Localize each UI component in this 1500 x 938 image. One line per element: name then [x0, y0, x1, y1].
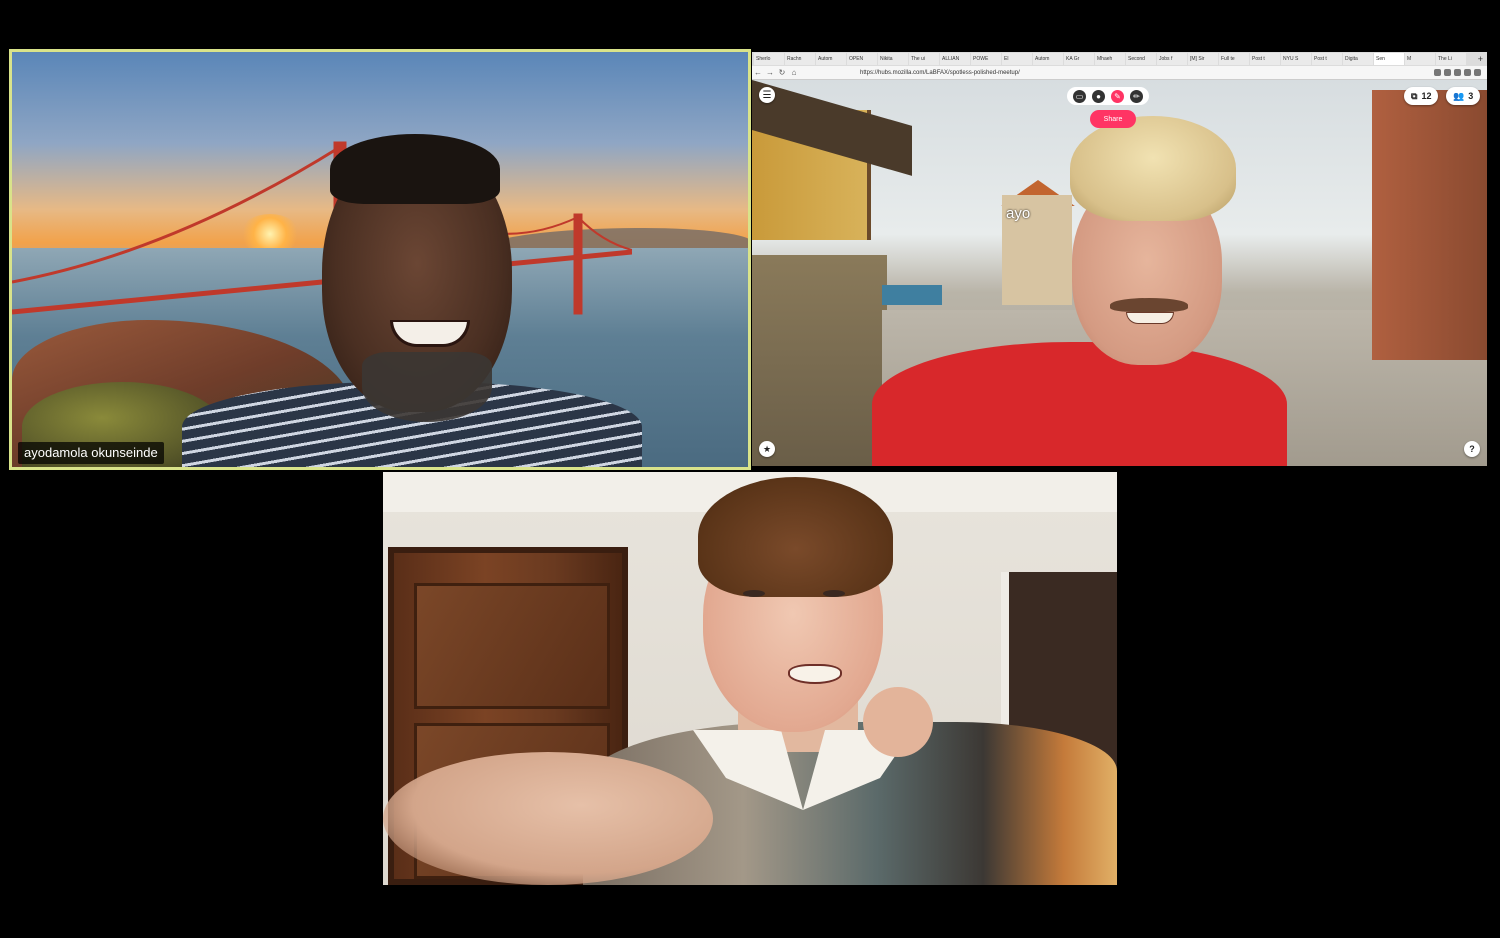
hubs-toolbar: ▭ ● ✎ ✏	[1067, 87, 1149, 105]
browser-tab[interactable]: The ui	[909, 53, 939, 65]
reload-icon[interactable]: ↻	[776, 68, 788, 77]
browser-tab[interactable]: ALLIAN	[940, 53, 970, 65]
participant-name-label: ayodamola okunseinde	[18, 442, 164, 464]
browser-tab-bar: Sherlo Rachn Autom OPEN Nikita The ui ALLIAN PO…	[752, 52, 1487, 66]
pencil-icon[interactable]: ✏	[1130, 89, 1143, 103]
browser-tab[interactable]: Jobs f	[1157, 53, 1187, 65]
participant-mustache	[1110, 298, 1188, 312]
browser-extension-icons	[1434, 69, 1487, 76]
browser-tab[interactable]: Mhaeh	[1095, 53, 1125, 65]
browser-tab[interactable]: OPEN	[847, 53, 877, 65]
camera-icon[interactable]: ▭	[1073, 89, 1086, 103]
pen-icon[interactable]: ✎	[1111, 89, 1124, 103]
scene-sea	[882, 285, 942, 305]
avatar-name-label: ayo	[1006, 205, 1031, 222]
help-icon[interactable]: ?	[1464, 441, 1480, 457]
participant-eye	[823, 590, 845, 597]
browser-tab[interactable]: Post t	[1250, 53, 1280, 65]
share-button[interactable]: Share	[1090, 110, 1136, 128]
participant-hand	[863, 687, 933, 757]
browser-tab[interactable]: M	[1405, 53, 1435, 65]
browser-tab[interactable]: KA Gr	[1064, 53, 1094, 65]
back-icon[interactable]: ←	[752, 68, 764, 77]
participant-shirt	[872, 342, 1287, 466]
new-tab-icon[interactable]: +	[1478, 54, 1487, 64]
forward-icon[interactable]: →	[764, 68, 776, 77]
people-counter[interactable]: 👥 3	[1446, 87, 1481, 105]
participant-smile	[1126, 312, 1174, 324]
participant-beard	[362, 352, 492, 422]
browser-url-bar[interactable]: ← → ↻ ⌂ https://hubs.mozilla.com/LaBFAX/…	[752, 66, 1487, 80]
browser-tab[interactable]: Second	[1126, 53, 1156, 65]
library-icon[interactable]	[1444, 69, 1451, 76]
video-tile-ayodamola[interactable]: ayodamola okunseinde	[9, 49, 751, 470]
objects-icon: ⧉	[1411, 90, 1418, 101]
star-icon[interactable]: ★	[759, 441, 775, 457]
participant-hair	[1070, 116, 1236, 221]
browser-tab[interactable]: Digita	[1343, 53, 1373, 65]
browser-tab[interactable]: [M] Sir	[1188, 53, 1218, 65]
browser-tab[interactable]: Autom	[1033, 53, 1063, 65]
browser-tab[interactable]: Sherlo	[754, 53, 784, 65]
download-icon[interactable]	[1434, 69, 1441, 76]
golden-gate-bridge	[12, 141, 632, 342]
browser-tab[interactable]: El	[1002, 53, 1032, 65]
browser-tab[interactable]: Nikita	[878, 53, 908, 65]
reader-icon[interactable]	[1454, 69, 1461, 76]
browser-menu-icon[interactable]	[1474, 69, 1481, 76]
participant-mouth	[788, 664, 842, 684]
objects-count: 12	[1421, 91, 1432, 101]
scene-building-right	[1372, 90, 1487, 360]
browser-tab[interactable]: POWE	[971, 53, 1001, 65]
people-icon: 👥	[1453, 90, 1465, 101]
menu-icon[interactable]: ☰	[759, 87, 775, 103]
browser-tab[interactable]: The Li	[1436, 53, 1466, 65]
participant-hair	[330, 134, 500, 204]
extension-icon[interactable]	[1464, 69, 1471, 76]
browser-tab[interactable]: Autom	[816, 53, 846, 65]
url-text[interactable]: https://hubs.mozilla.com/LaBFAX/spotless…	[860, 70, 1020, 76]
microphone-icon[interactable]: ●	[1092, 89, 1105, 103]
video-tile-participant-3[interactable]	[383, 472, 1117, 885]
objects-counter[interactable]: ⧉ 12	[1404, 87, 1439, 105]
browser-tab[interactable]: Full te	[1219, 53, 1249, 65]
home-icon[interactable]: ⌂	[788, 68, 800, 77]
participant-hair	[698, 477, 893, 597]
participant-eye	[743, 590, 765, 597]
scene-wall-left	[752, 255, 887, 466]
browser-tab[interactable]: Sen	[1374, 53, 1404, 65]
browser-tab[interactable]: NYU S	[1281, 53, 1311, 65]
browser-tab[interactable]: Post t	[1312, 53, 1342, 65]
hubs-3d-scene[interactable]: ayo	[752, 80, 1487, 466]
people-count: 3	[1468, 91, 1474, 101]
browser-tab[interactable]: Rachn	[785, 53, 815, 65]
door-panel	[414, 583, 610, 709]
video-tile-hubs-share[interactable]: Sherlo Rachn Autom OPEN Nikita The ui ALLIAN PO…	[752, 52, 1487, 466]
participant-arm	[383, 752, 713, 885]
